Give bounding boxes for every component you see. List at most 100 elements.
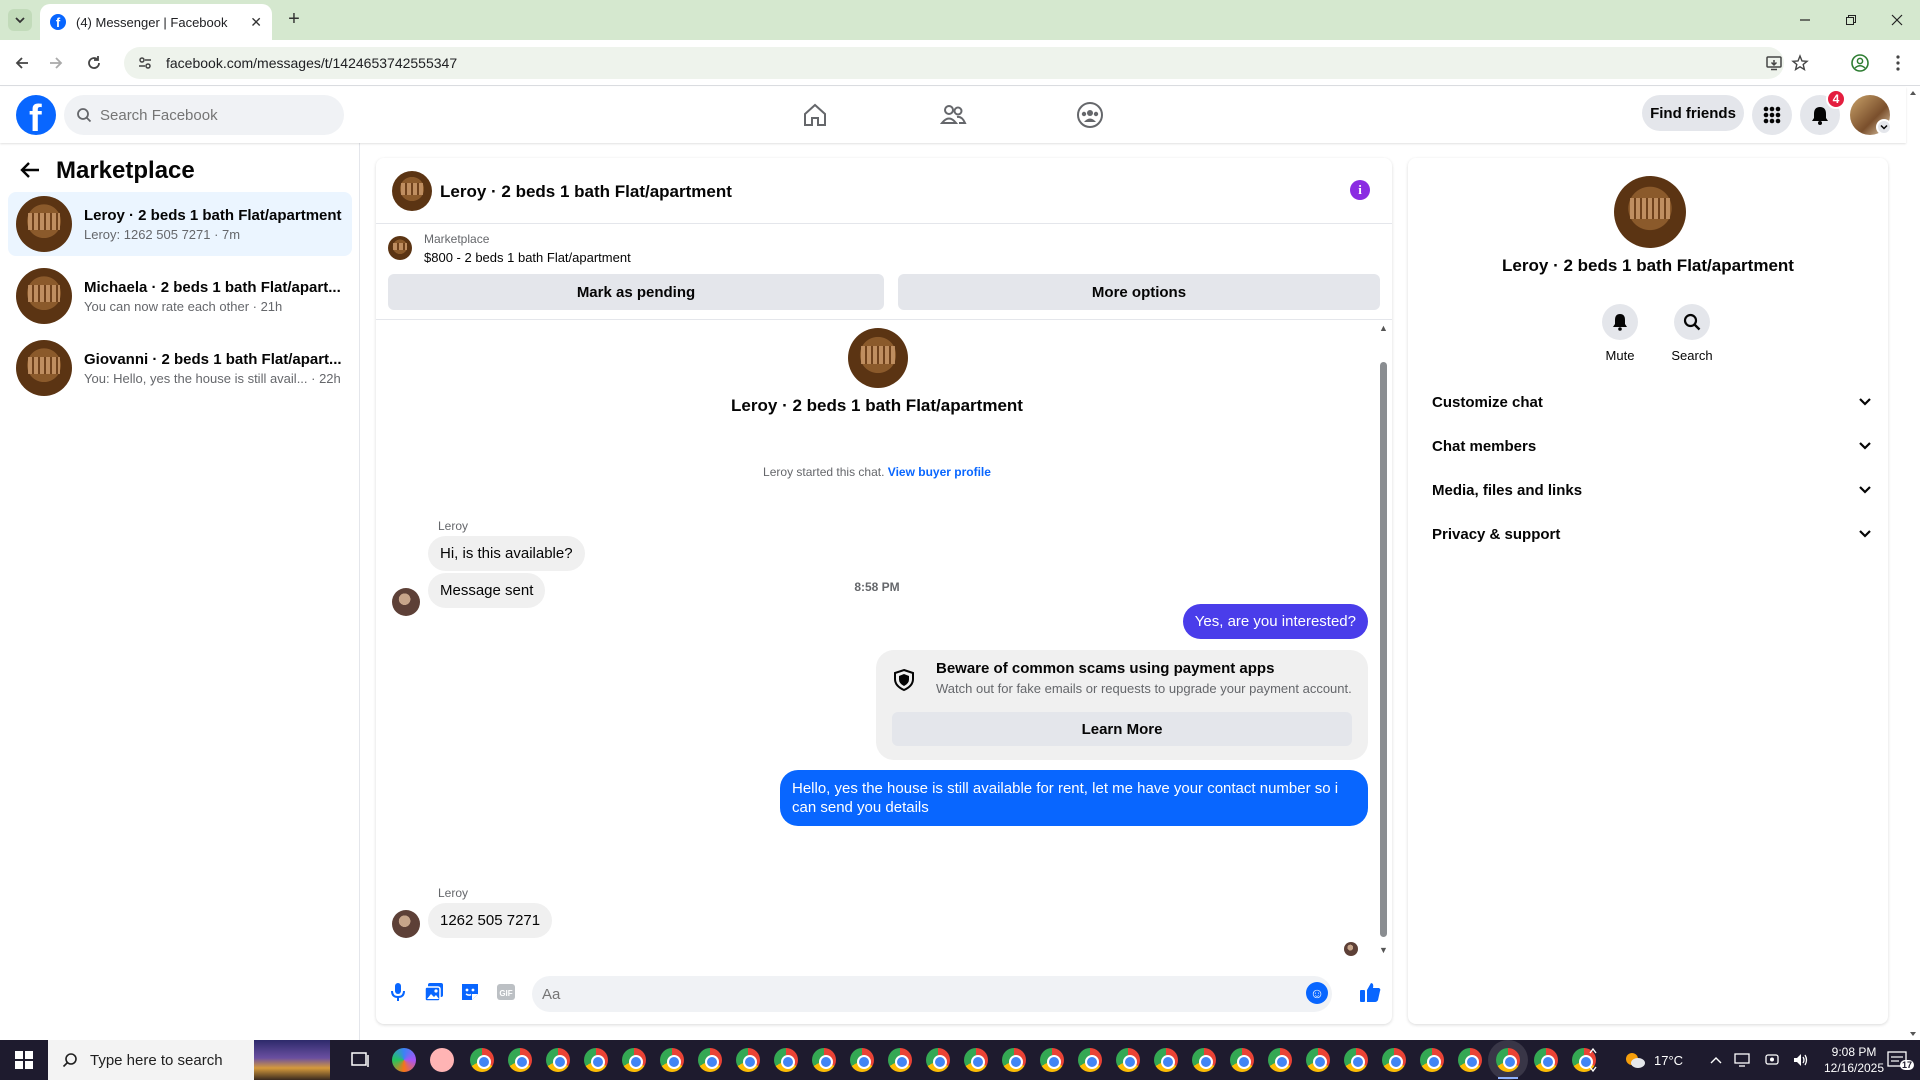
chat-members-section[interactable]: Chat members — [1424, 424, 1872, 468]
scrollbar-thumb[interactable] — [1380, 362, 1387, 937]
paint-app-icon[interactable] — [430, 1048, 454, 1072]
chrome-window-icon[interactable] — [1534, 1048, 1558, 1072]
media-files-links-section[interactable]: Media, files and links — [1424, 468, 1872, 512]
notification-center-button[interactable]: 17 — [1880, 1040, 1916, 1080]
groups-tab[interactable] — [1034, 95, 1146, 135]
chrome-window-icon[interactable] — [1420, 1048, 1444, 1072]
chrome-window-icon[interactable] — [698, 1048, 722, 1072]
chrome-window-icon[interactable] — [1458, 1048, 1482, 1072]
browser-menu-button[interactable] — [1886, 51, 1910, 75]
close-window-button[interactable] — [1874, 0, 1920, 40]
chrome-window-icon[interactable] — [660, 1048, 684, 1072]
taskbar-search-box[interactable]: Type here to search — [48, 1040, 330, 1080]
weather-widget[interactable]: 17°C — [1624, 1040, 1683, 1080]
facebook-logo-icon[interactable]: f — [16, 95, 56, 135]
mute-action[interactable]: Mute — [1590, 304, 1650, 363]
chrome-window-icon[interactable] — [546, 1048, 570, 1072]
search-in-conversation-button[interactable] — [1674, 304, 1710, 340]
friends-tab[interactable] — [897, 95, 1009, 135]
find-friends-button[interactable]: Find friends — [1642, 95, 1744, 131]
conversation-info-icon[interactable]: i — [1350, 180, 1370, 200]
scroll-up-icon[interactable]: ▲ — [1379, 324, 1388, 333]
like-send-button[interactable] — [1358, 980, 1382, 1004]
chrome-window-icon[interactable] — [850, 1048, 874, 1072]
more-options-button[interactable]: More options — [898, 274, 1380, 310]
chat-header-title[interactable]: Leroy · 2 beds 1 bath Flat/apartment — [440, 182, 732, 202]
chrome-window-icon-active[interactable] — [1496, 1048, 1520, 1072]
new-tab-button[interactable]: + — [282, 8, 306, 31]
account-chevron-down-icon[interactable] — [1876, 119, 1892, 135]
back-arrow-button[interactable] — [20, 161, 40, 179]
reload-button[interactable] — [82, 51, 106, 75]
chrome-window-icon[interactable] — [1002, 1048, 1026, 1072]
message-input[interactable] — [542, 985, 1242, 1003]
chrome-window-icon[interactable] — [1040, 1048, 1064, 1072]
customize-chat-section[interactable]: Customize chat — [1424, 380, 1872, 424]
search-action[interactable]: Search — [1662, 304, 1722, 363]
incoming-message[interactable]: Hi, is this available? — [428, 536, 585, 571]
forward-button[interactable] — [44, 51, 68, 75]
chrome-window-icon[interactable] — [1154, 1048, 1178, 1072]
chrome-window-icon[interactable] — [964, 1048, 988, 1072]
back-button[interactable] — [10, 51, 34, 75]
attach-media-button[interactable] — [422, 980, 446, 1004]
mark-as-pending-button[interactable]: Mark as pending — [388, 274, 884, 310]
facebook-search-box[interactable] — [64, 95, 344, 135]
chrome-window-icon[interactable] — [812, 1048, 836, 1072]
page-scrollbar[interactable] — [1906, 87, 1920, 1040]
tab-search-dropdown[interactable] — [8, 9, 32, 31]
chrome-window-icon[interactable] — [622, 1048, 646, 1072]
browser-tab-messenger[interactable]: f (4) Messenger | Facebook ✕ — [40, 4, 272, 40]
chat-header-thumbnail[interactable] — [392, 171, 432, 211]
profile-button[interactable] — [1848, 51, 1872, 75]
chat-scrollbar[interactable]: ▲ ▼ — [1379, 324, 1388, 955]
sticker-button[interactable] — [458, 980, 482, 1004]
outgoing-message[interactable]: Hello, yes the house is still available … — [780, 770, 1368, 826]
voice-clip-button[interactable] — [386, 980, 410, 1004]
chrome-window-icon[interactable] — [1268, 1048, 1292, 1072]
site-settings-icon[interactable] — [136, 54, 154, 72]
chrome-window-icon[interactable] — [1230, 1048, 1254, 1072]
conversation-item[interactable]: Michaela · 2 beds 1 bath Flat/apart... Y… — [8, 264, 352, 328]
privacy-support-section[interactable]: Privacy & support — [1424, 512, 1872, 556]
chrome-window-icon[interactable] — [736, 1048, 760, 1072]
chrome-window-icon[interactable] — [1078, 1048, 1102, 1072]
chrome-window-icon[interactable] — [1116, 1048, 1140, 1072]
menu-button[interactable] — [1752, 95, 1792, 135]
chrome-window-icon[interactable] — [926, 1048, 950, 1072]
conversation-avatar[interactable] — [1614, 176, 1686, 248]
outgoing-message[interactable]: Yes, are you interested? — [1182, 604, 1368, 639]
taskbar-overflow-arrows[interactable] — [1588, 1040, 1598, 1080]
bookmark-star-icon[interactable] — [1790, 53, 1810, 73]
sender-avatar[interactable] — [392, 910, 420, 938]
system-tray-icons[interactable] — [1710, 1040, 1810, 1080]
copilot-icon[interactable] — [392, 1048, 416, 1072]
conversation-item[interactable]: Leroy · 2 beds 1 bath Flat/apartment Ler… — [8, 192, 352, 256]
home-tab[interactable] — [759, 95, 871, 135]
chrome-window-icon[interactable] — [1382, 1048, 1406, 1072]
start-button[interactable] — [0, 1040, 48, 1080]
listing-thumbnail[interactable] — [388, 236, 412, 260]
view-buyer-profile-link[interactable]: View buyer profile — [888, 465, 991, 479]
emoji-icon[interactable]: ☺ — [1306, 982, 1328, 1004]
chrome-window-icon[interactable] — [584, 1048, 608, 1072]
install-app-icon[interactable] — [1764, 53, 1784, 73]
chrome-window-icon[interactable] — [508, 1048, 532, 1072]
address-bar[interactable]: facebook.com/messages/t/1424653742555347 — [124, 47, 1809, 79]
chrome-window-icon[interactable] — [470, 1048, 494, 1072]
chrome-window-icon[interactable] — [1192, 1048, 1216, 1072]
close-tab-icon[interactable]: ✕ — [250, 14, 262, 31]
message-input-box[interactable]: ☺ — [532, 976, 1332, 1012]
minimize-button[interactable] — [1782, 0, 1828, 40]
task-view-icon[interactable] — [348, 1048, 372, 1072]
restore-button[interactable] — [1828, 0, 1874, 40]
facebook-search-input[interactable] — [100, 106, 320, 124]
chrome-window-icon[interactable] — [1344, 1048, 1368, 1072]
chrome-window-icon[interactable] — [1306, 1048, 1330, 1072]
conversation-item[interactable]: Giovanni · 2 beds 1 bath Flat/apart... Y… — [8, 336, 352, 400]
chrome-window-icon[interactable] — [774, 1048, 798, 1072]
chrome-window-icon[interactable] — [888, 1048, 912, 1072]
listing-price-title[interactable]: $800 - 2 beds 1 bath Flat/apartment — [424, 250, 631, 265]
gif-button[interactable]: GIF — [494, 980, 518, 1004]
mute-button[interactable] — [1602, 304, 1638, 340]
